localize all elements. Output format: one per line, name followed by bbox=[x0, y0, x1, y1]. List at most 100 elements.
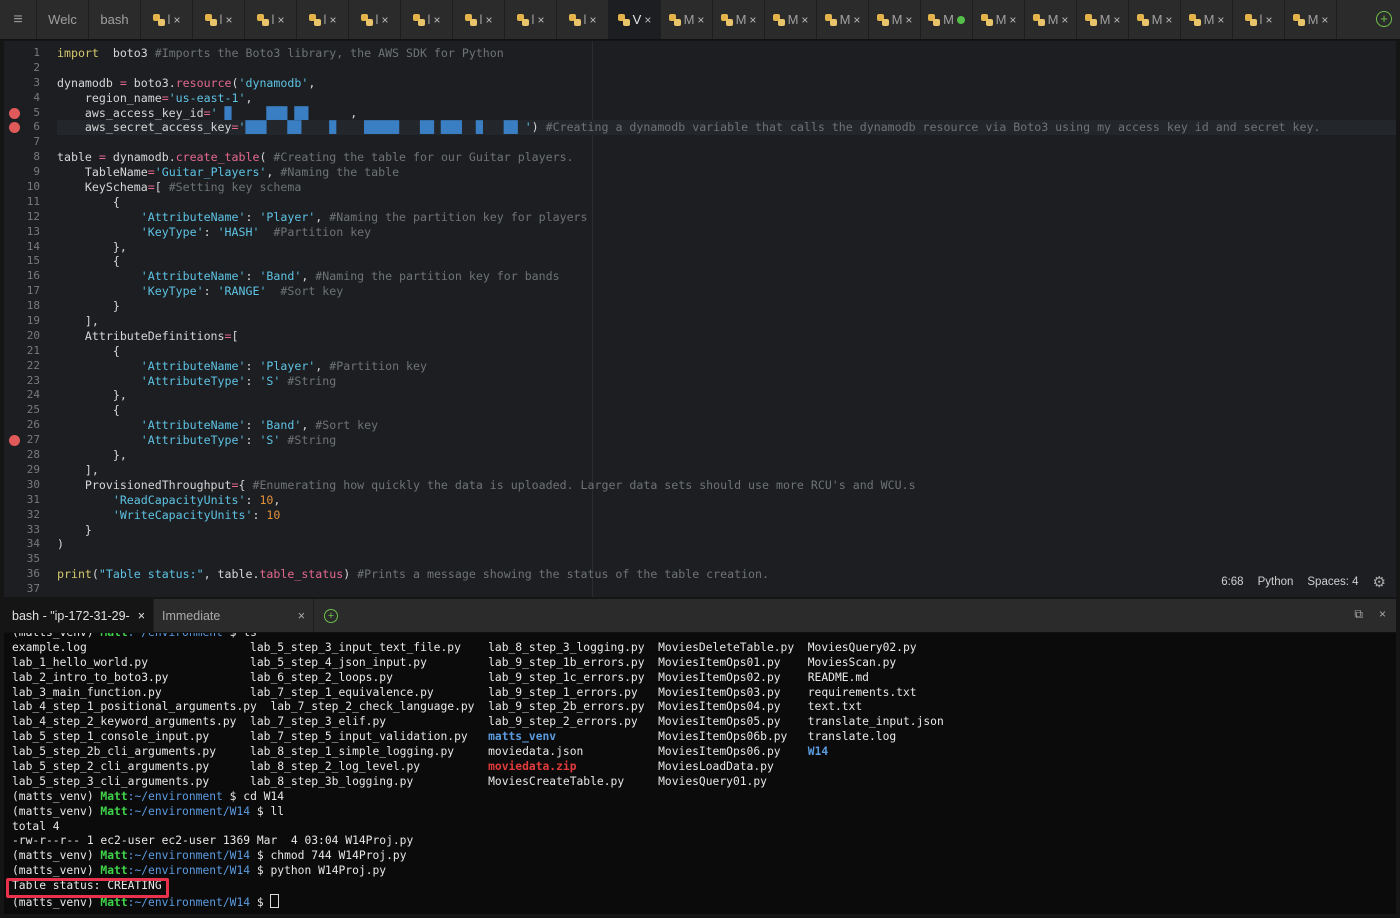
editor-tab[interactable]: M × bbox=[973, 0, 1025, 39]
close-icon[interactable]: × bbox=[1061, 13, 1068, 27]
line-number[interactable]: 24 bbox=[4, 388, 44, 403]
close-icon[interactable]: × bbox=[1265, 13, 1272, 27]
editor-tab[interactable]: M × bbox=[1285, 0, 1337, 39]
code-line[interactable]: AttributeDefinitions=[ bbox=[57, 329, 1396, 344]
line-number[interactable]: 19 bbox=[4, 314, 44, 329]
editor-tab[interactable]: l × bbox=[193, 0, 245, 39]
line-number[interactable]: 11 bbox=[4, 195, 44, 210]
editor-tab[interactable]: Welc bbox=[37, 0, 89, 39]
line-number[interactable]: 21 bbox=[4, 344, 44, 359]
editor-tab[interactable]: M × bbox=[713, 0, 765, 39]
editor-tab[interactable]: l × bbox=[505, 0, 557, 39]
editor-tab[interactable]: l × bbox=[557, 0, 609, 39]
code-line[interactable]: 'AttributeName': 'Player', #Naming the p… bbox=[57, 210, 1396, 225]
line-number[interactable]: 10 bbox=[4, 180, 44, 195]
code-line[interactable]: { bbox=[57, 195, 1396, 210]
editor-tab[interactable]: M × bbox=[869, 0, 921, 39]
editor-tab[interactable]: bash bbox=[89, 0, 141, 39]
close-icon[interactable]: × bbox=[329, 13, 336, 27]
code-line[interactable]: TableName='Guitar_Players', #Naming the … bbox=[57, 165, 1396, 180]
line-number[interactable]: 9 bbox=[4, 165, 44, 180]
line-number[interactable]: 4 bbox=[4, 91, 44, 106]
code-line[interactable]: KeySchema=[ #Setting key schema bbox=[57, 180, 1396, 195]
code-line[interactable]: }, bbox=[57, 448, 1396, 463]
editor-tab[interactable]: M × bbox=[1181, 0, 1233, 39]
code-line[interactable]: } bbox=[57, 299, 1396, 314]
line-number[interactable]: 27 bbox=[4, 433, 44, 448]
code-line[interactable]: 'ReadCapacityUnits': 10, bbox=[57, 493, 1396, 508]
code-line[interactable]: { bbox=[57, 254, 1396, 269]
editor-tab[interactable]: M × bbox=[1129, 0, 1181, 39]
code-line[interactable]: dynamodb = boto3.resource('dynamodb', bbox=[57, 76, 1396, 91]
tab-bash-terminal[interactable]: bash - "ip-172-31-29-99.us × bbox=[4, 599, 154, 632]
code-line[interactable]: 'KeyType': 'RANGE' #Sort key bbox=[57, 284, 1396, 299]
code-line[interactable]: ], bbox=[57, 314, 1396, 329]
line-number[interactable]: 34 bbox=[4, 537, 44, 552]
close-icon[interactable]: × bbox=[298, 609, 305, 623]
code-line[interactable]: { bbox=[57, 403, 1396, 418]
line-number[interactable]: 30 bbox=[4, 478, 44, 493]
terminal-cursor[interactable] bbox=[270, 894, 280, 909]
line-number[interactable]: 22 bbox=[4, 359, 44, 374]
code-line[interactable]: ], bbox=[57, 463, 1396, 478]
line-number[interactable]: 29 bbox=[4, 463, 44, 478]
code-line[interactable]: 'AttributeName': 'Band', #Naming the par… bbox=[57, 269, 1396, 284]
close-icon[interactable]: × bbox=[644, 13, 651, 27]
line-number[interactable]: 7 bbox=[4, 135, 44, 150]
close-icon[interactable]: × bbox=[801, 13, 808, 27]
code-line[interactable]: } bbox=[57, 523, 1396, 538]
close-panel-icon[interactable]: × bbox=[1379, 607, 1386, 622]
line-number[interactable]: 5 bbox=[4, 106, 44, 121]
breakpoint-icon[interactable] bbox=[9, 122, 20, 134]
terminal-output[interactable]: (matts_venv) Matt:~/environment $ lsexam… bbox=[4, 633, 1396, 914]
code-line[interactable]: ) bbox=[57, 537, 1396, 552]
cursor-position[interactable]: 6:68 bbox=[1221, 576, 1243, 588]
close-icon[interactable]: × bbox=[173, 13, 180, 27]
close-icon[interactable]: × bbox=[225, 13, 232, 27]
close-icon[interactable]: × bbox=[1165, 13, 1172, 27]
code-line[interactable] bbox=[57, 552, 1396, 567]
close-icon[interactable]: × bbox=[537, 13, 544, 27]
code-line[interactable]: 'AttributeName': 'Band', #Sort key bbox=[57, 418, 1396, 433]
code-editor[interactable]: 1 2 3 4 5 6 7 8 9 10 11 12 13 14 15 16 17 18 19 20 21 22 23 24 2… bbox=[4, 41, 1396, 597]
code-content[interactable]: import boto3 #Imports the Boto3 library,… bbox=[57, 46, 1396, 597]
code-line[interactable]: { bbox=[57, 344, 1396, 359]
close-icon[interactable]: × bbox=[433, 13, 440, 27]
code-line[interactable]: table = dynamodb.create_table( #Creating… bbox=[57, 150, 1396, 165]
editor-tab[interactable]: l × bbox=[349, 0, 401, 39]
close-icon[interactable]: × bbox=[1217, 13, 1224, 27]
editor-tab[interactable]: M × bbox=[661, 0, 713, 39]
line-number[interactable]: 37 bbox=[4, 582, 44, 597]
code-line[interactable]: 'AttributeName': 'Player', #Partition ke… bbox=[57, 359, 1396, 374]
code-line[interactable]: 'KeyType': 'HASH' #Partition key bbox=[57, 225, 1396, 240]
close-icon[interactable]: × bbox=[138, 609, 145, 623]
indentation-setting[interactable]: Spaces: 4 bbox=[1307, 576, 1358, 588]
close-icon[interactable]: × bbox=[905, 13, 912, 27]
add-terminal-icon[interactable]: + bbox=[324, 608, 338, 623]
editor-tab[interactable]: M × bbox=[817, 0, 869, 39]
line-number[interactable]: 32 bbox=[4, 508, 44, 523]
code-line[interactable]: aws_access_key_id=' █ ███ ██ , bbox=[57, 106, 1396, 121]
add-tab-icon[interactable]: + bbox=[1376, 11, 1392, 27]
editor-tab[interactable]: l × bbox=[245, 0, 297, 39]
close-icon[interactable]: × bbox=[853, 13, 860, 27]
line-number[interactable]: 26 bbox=[4, 418, 44, 433]
code-line[interactable] bbox=[57, 135, 1396, 150]
line-number[interactable]: 18 bbox=[4, 299, 44, 314]
close-icon[interactable]: × bbox=[1113, 13, 1120, 27]
editor-tab[interactable]: V × bbox=[609, 0, 661, 39]
code-line[interactable]: print("Table status:", table.table_statu… bbox=[57, 567, 1396, 582]
line-number[interactable]: 3 bbox=[4, 76, 44, 91]
line-number[interactable]: 23 bbox=[4, 374, 44, 389]
editor-tab[interactable]: M × bbox=[765, 0, 817, 39]
line-number[interactable]: 35 bbox=[4, 552, 44, 567]
code-line[interactable]: aws_secret_access_key= '███ ██ █ █████ ██… bbox=[57, 120, 1396, 136]
close-icon[interactable]: × bbox=[1321, 13, 1328, 27]
editor-tab[interactable]: M × bbox=[1025, 0, 1077, 39]
breakpoint-icon[interactable] bbox=[9, 435, 20, 447]
line-number[interactable]: 28 bbox=[4, 448, 44, 463]
line-number[interactable]: 31 bbox=[4, 493, 44, 508]
close-icon[interactable]: × bbox=[381, 13, 388, 27]
breakpoint-icon[interactable] bbox=[9, 107, 20, 119]
line-number[interactable]: 6 bbox=[4, 120, 44, 135]
